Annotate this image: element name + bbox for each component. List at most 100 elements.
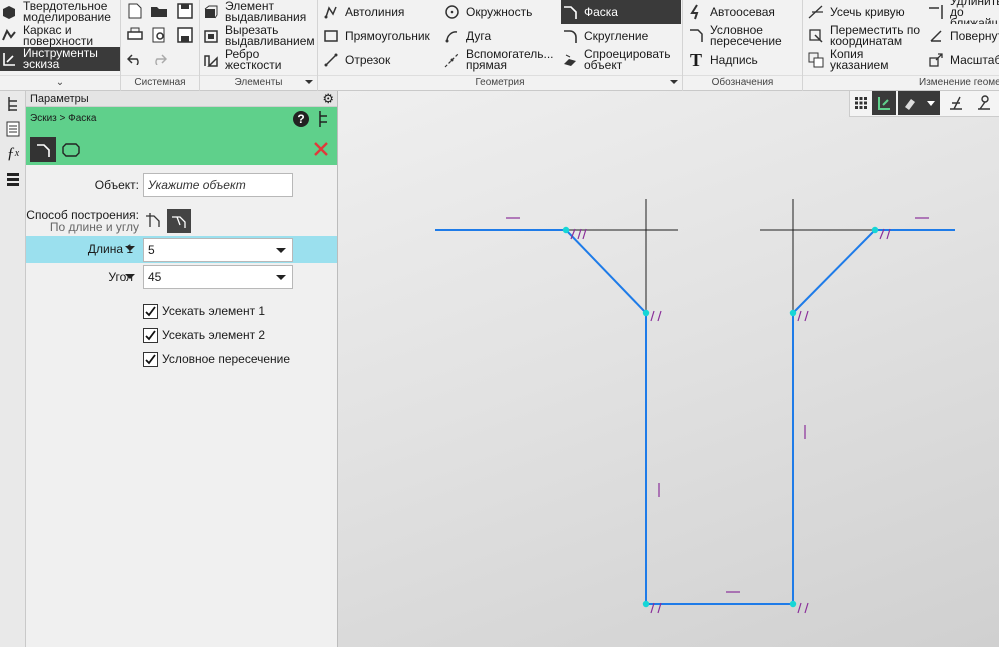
rectangle-button[interactable]: Прямоугольник xyxy=(322,24,442,48)
circle-icon xyxy=(443,3,461,21)
trim-button[interactable]: Усечь кривую xyxy=(807,0,925,24)
preview-icon[interactable] xyxy=(148,24,170,46)
rotate-button[interactable]: Повернут xyxy=(927,24,999,48)
gear-icon[interactable]: ⚙ xyxy=(322,91,334,106)
tree-icon[interactable] xyxy=(317,110,329,131)
chevron-down-icon[interactable] xyxy=(276,275,286,280)
extend-icon xyxy=(927,3,945,21)
edit-group-label: Изменение геометрии xyxy=(803,75,999,89)
fillet-icon xyxy=(561,27,579,45)
trim-element2-checkbox[interactable]: Усекать элемент 2 xyxy=(143,325,265,345)
sketch-geometry[interactable] xyxy=(338,91,999,647)
chamfer-button[interactable]: Фаска xyxy=(561,0,681,24)
scale-icon xyxy=(927,51,945,69)
chevron-down-icon xyxy=(670,80,678,84)
method-row: Способ построения: По длине и углу xyxy=(26,206,337,236)
drawing-canvas[interactable] xyxy=(338,91,999,647)
new-file-icon[interactable] xyxy=(124,0,146,22)
length-input[interactable]: 5 xyxy=(143,238,293,262)
angle-input[interactable]: 45 xyxy=(143,265,293,289)
trim-icon xyxy=(807,3,825,21)
open-folder-icon[interactable] xyxy=(148,0,170,22)
angle-row: Угол 45 xyxy=(26,265,337,291)
text-button[interactable]: T Надпись xyxy=(687,48,801,72)
mode-solid[interactable]: Твердотельное моделирование xyxy=(0,0,120,24)
object-label: Объект: xyxy=(94,178,139,192)
chamfer-angle-icon xyxy=(172,216,186,228)
chamfer-mode-button[interactable] xyxy=(30,137,56,162)
move-coords-icon xyxy=(807,27,825,45)
method-distance-button[interactable] xyxy=(142,209,164,231)
chamfer-right xyxy=(792,229,876,314)
arc-button[interactable]: Дуга xyxy=(443,24,558,48)
tree-icon[interactable] xyxy=(0,91,26,116)
rib-icon xyxy=(202,51,220,69)
constraint-markers xyxy=(506,217,929,614)
annotation-group-label: Обозначения xyxy=(683,75,802,89)
sketch-tools-icon xyxy=(0,50,18,68)
angle-dropdown-icon[interactable] xyxy=(125,274,135,279)
close-icon[interactable] xyxy=(313,141,329,160)
geometry-group-label[interactable]: Геометрия xyxy=(318,75,682,89)
elements-group: Элемент выдавливания Вырезать выдавливан… xyxy=(200,0,318,91)
cut-extrude-button[interactable]: Вырезать выдавливанием xyxy=(202,24,317,48)
segment-button[interactable]: Отрезок xyxy=(322,48,437,72)
ribbon: Твердотельное моделирование Каркас и пов… xyxy=(0,0,999,91)
extrude-button[interactable]: Элемент выдавливания xyxy=(202,0,317,24)
aux-line-icon xyxy=(443,51,461,69)
chamfer-left xyxy=(565,229,647,314)
text-icon: T xyxy=(689,49,702,70)
copy-icon xyxy=(807,51,825,69)
segment-icon xyxy=(322,51,340,69)
modes-expand[interactable]: ⌄ xyxy=(0,75,120,89)
scale-button[interactable]: Масштаб xyxy=(927,48,999,72)
autoline-button[interactable]: Автолиния xyxy=(322,0,437,24)
arc-icon xyxy=(443,27,461,45)
undo-icon[interactable] xyxy=(124,48,146,70)
auto-axis-button[interactable]: Автоосевая xyxy=(687,0,801,24)
surface-icon xyxy=(0,27,18,45)
cond-intersection-button[interactable]: Условное пересечение xyxy=(687,24,801,48)
cond-intersection-icon xyxy=(687,27,705,45)
chevron-down-icon[interactable] xyxy=(276,248,286,253)
copy-button[interactable]: Копия указанием xyxy=(807,48,925,72)
contour-mode-button[interactable] xyxy=(58,137,84,162)
geometry-group: Автолиния Прямоугольник Отрезок Окружнос… xyxy=(318,0,683,91)
checkmark-icon xyxy=(143,327,158,343)
left-panel-strip: ƒx xyxy=(0,91,26,647)
mode-surface[interactable]: Каркас и поверхности xyxy=(0,24,120,48)
panel-header: Параметры ⚙ xyxy=(26,91,337,107)
extend-button[interactable]: Удлинить до ближайш xyxy=(927,0,999,24)
fillet-button[interactable]: Скругление xyxy=(561,24,681,48)
elements-group-label[interactable]: Элементы xyxy=(200,75,317,89)
method-length-angle-button[interactable] xyxy=(167,209,191,233)
layers-icon[interactable] xyxy=(0,166,26,191)
save-as-icon[interactable] xyxy=(174,24,196,46)
checkmark-icon xyxy=(143,351,158,367)
breadcrumb: Эскиз > Фаска xyxy=(30,113,97,124)
cond-intersection-checkbox[interactable]: Условное пересечение xyxy=(143,349,290,369)
extrude-icon xyxy=(202,3,220,21)
length-row: Длина 1 5 xyxy=(26,236,337,263)
system-group-label: Системная xyxy=(121,75,199,89)
sketch-points xyxy=(562,226,879,608)
help-icon[interactable]: ? xyxy=(293,111,309,127)
mode-sketch-tools[interactable]: Инструменты эскиза xyxy=(0,47,120,71)
save-icon[interactable] xyxy=(174,0,196,22)
print-icon[interactable] xyxy=(124,24,146,46)
circle-button[interactable]: Окружность xyxy=(443,0,558,24)
trim-element1-checkbox[interactable]: Усекать элемент 1 xyxy=(143,301,265,321)
properties-icon[interactable] xyxy=(0,116,26,141)
variables-icon[interactable]: ƒx xyxy=(0,141,26,166)
rib-button[interactable]: Ребро жесткости xyxy=(202,48,317,72)
move-coords-button[interactable]: Переместить по координатам xyxy=(807,24,925,48)
parameters-panel: Параметры ⚙ Эскиз > Фаска ? Объект: Укаж… xyxy=(26,91,338,647)
annotation-group: Автоосевая Условное пересечение T Надпис… xyxy=(683,0,803,91)
aux-line-button[interactable]: Вспомогатель... прямая xyxy=(443,48,558,72)
edit-geometry-group: Усечь кривую Переместить по координатам … xyxy=(803,0,999,91)
redo-icon[interactable] xyxy=(148,48,170,70)
project-object-button[interactable]: Спроецировать объект xyxy=(561,48,681,72)
object-field[interactable]: Укажите объект xyxy=(143,173,293,197)
length-dropdown-icon[interactable] xyxy=(125,246,135,251)
rectangle-icon xyxy=(322,27,340,45)
